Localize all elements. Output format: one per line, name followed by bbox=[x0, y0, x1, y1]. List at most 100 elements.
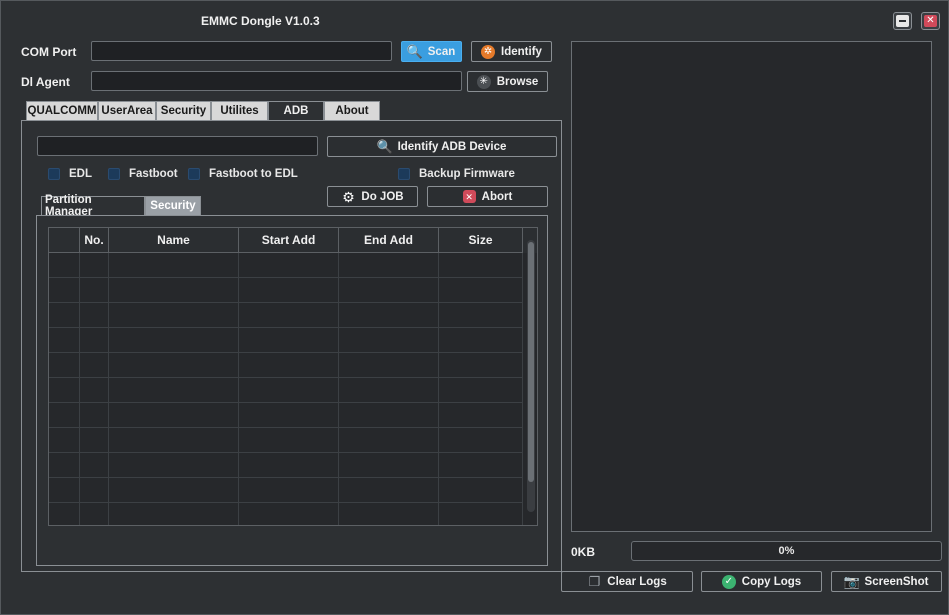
edl-label: EDL bbox=[69, 168, 92, 180]
sub-tabs: Partition Manager Security bbox=[41, 194, 201, 218]
table-row[interactable] bbox=[49, 353, 537, 378]
table-row[interactable] bbox=[49, 278, 537, 303]
abort-icon: ✕ bbox=[462, 190, 476, 203]
table-cell bbox=[239, 303, 339, 328]
table-cell bbox=[109, 378, 239, 403]
com-port-field[interactable] bbox=[91, 41, 392, 61]
table-body bbox=[49, 253, 537, 525]
table-cell bbox=[339, 303, 439, 328]
browse-icon: ✳ bbox=[476, 74, 491, 89]
table-cell bbox=[109, 478, 239, 503]
table-cell bbox=[80, 453, 109, 478]
table-cell bbox=[239, 478, 339, 503]
table-cell bbox=[109, 328, 239, 353]
table-cell bbox=[109, 428, 239, 453]
table-row[interactable] bbox=[49, 453, 537, 478]
table-cell bbox=[339, 453, 439, 478]
fastboot-checkbox[interactable]: Fastboot bbox=[108, 168, 178, 180]
table-cell bbox=[439, 453, 523, 478]
scrollbar-thumb[interactable] bbox=[528, 242, 534, 482]
table-row[interactable] bbox=[49, 328, 537, 353]
table-row[interactable] bbox=[49, 428, 537, 453]
table-cell bbox=[439, 353, 523, 378]
table-row[interactable] bbox=[49, 303, 537, 328]
table-cell bbox=[80, 328, 109, 353]
adb-device-field[interactable] bbox=[37, 136, 318, 156]
table-header: No. Name Start Add End Add Size bbox=[49, 228, 537, 253]
table-cell bbox=[80, 378, 109, 403]
table-row[interactable] bbox=[49, 403, 537, 428]
do-job-button[interactable]: ⚙ Do JOB bbox=[327, 186, 418, 207]
table-cell bbox=[80, 503, 109, 525]
table-cell bbox=[339, 378, 439, 403]
screenshot-button[interactable]: 📷 ScreenShot bbox=[831, 571, 942, 592]
tab-security[interactable]: Security bbox=[156, 101, 211, 120]
table-row[interactable] bbox=[49, 378, 537, 403]
partition-table[interactable]: No. Name Start Add End Add Size bbox=[48, 227, 538, 526]
clear-logs-button[interactable]: ❐ Clear Logs bbox=[561, 571, 693, 592]
tab-utilites[interactable]: Utilites bbox=[211, 101, 268, 120]
dl-agent-field[interactable] bbox=[91, 71, 462, 91]
table-cell bbox=[80, 303, 109, 328]
log-size-label: 0KB bbox=[571, 545, 596, 559]
check-icon: ✓ bbox=[721, 574, 736, 589]
table-cell bbox=[49, 478, 80, 503]
close-button[interactable]: ✕ bbox=[921, 12, 940, 30]
window-title: EMMC Dongle V1.0.3 bbox=[201, 14, 320, 28]
abort-label: Abort bbox=[481, 190, 513, 203]
table-cell bbox=[109, 353, 239, 378]
table-row[interactable] bbox=[49, 478, 537, 503]
copy-logs-button[interactable]: ✓ Copy Logs bbox=[701, 571, 822, 592]
table-cell bbox=[80, 278, 109, 303]
tab-userarea[interactable]: UserArea bbox=[98, 101, 156, 120]
table-cell bbox=[339, 253, 439, 278]
subtab-partition-manager[interactable]: Partition Manager bbox=[41, 194, 145, 218]
dl-agent-label: Dl Agent bbox=[21, 75, 70, 89]
table-cell bbox=[239, 328, 339, 353]
col-size[interactable]: Size bbox=[439, 228, 523, 253]
table-cell bbox=[439, 253, 523, 278]
col-start-add[interactable]: Start Add bbox=[239, 228, 339, 253]
log-area[interactable] bbox=[571, 41, 932, 532]
col-no[interactable]: No. bbox=[80, 228, 109, 253]
identify-adb-button[interactable]: 🔍 Identify ADB Device bbox=[327, 136, 557, 157]
table-scrollbar[interactable] bbox=[527, 240, 535, 512]
table-cell bbox=[49, 303, 80, 328]
table-cell bbox=[439, 428, 523, 453]
table-cell bbox=[239, 503, 339, 525]
table-row[interactable] bbox=[49, 503, 537, 525]
close-icon: ✕ bbox=[924, 15, 937, 27]
table-cell bbox=[49, 378, 80, 403]
clear-logs-label: Clear Logs bbox=[607, 575, 667, 588]
table-cell bbox=[239, 253, 339, 278]
fastboot-to-edl-checkbox[interactable]: Fastboot to EDL bbox=[188, 168, 298, 180]
edl-checkbox[interactable]: EDL bbox=[48, 168, 92, 180]
col-end-add[interactable]: End Add bbox=[339, 228, 439, 253]
search-icon: 🔍 bbox=[376, 138, 393, 154]
table-cell bbox=[239, 403, 339, 428]
table-cell bbox=[49, 328, 80, 353]
abort-button[interactable]: ✕ Abort bbox=[427, 186, 548, 207]
tab-adb[interactable]: ADB bbox=[268, 101, 324, 120]
col-name[interactable]: Name bbox=[109, 228, 239, 253]
table-row[interactable] bbox=[49, 253, 537, 278]
progress-bar: 0% bbox=[631, 541, 942, 561]
fastboot-to-edl-label: Fastboot to EDL bbox=[209, 168, 298, 180]
table-cell bbox=[80, 253, 109, 278]
col-select[interactable] bbox=[49, 228, 80, 253]
com-port-label: COM Port bbox=[21, 45, 77, 59]
table-cell bbox=[109, 453, 239, 478]
table-cell bbox=[339, 403, 439, 428]
table-cell bbox=[80, 353, 109, 378]
identify-button[interactable]: ✲ Identify bbox=[471, 41, 552, 62]
tab-qualcomm[interactable]: QUALCOMM bbox=[26, 101, 98, 120]
subtab-security[interactable]: Security bbox=[145, 196, 201, 215]
tab-about[interactable]: About bbox=[324, 101, 380, 120]
edl-checkbox-box bbox=[48, 168, 60, 180]
minimize-button[interactable] bbox=[893, 12, 912, 30]
table-cell bbox=[80, 478, 109, 503]
browse-button[interactable]: ✳ Browse bbox=[467, 71, 548, 92]
table-cell bbox=[109, 303, 239, 328]
backup-firmware-checkbox[interactable]: Backup Firmware bbox=[398, 168, 515, 180]
scan-button[interactable]: 🔍 Scan bbox=[401, 41, 462, 62]
